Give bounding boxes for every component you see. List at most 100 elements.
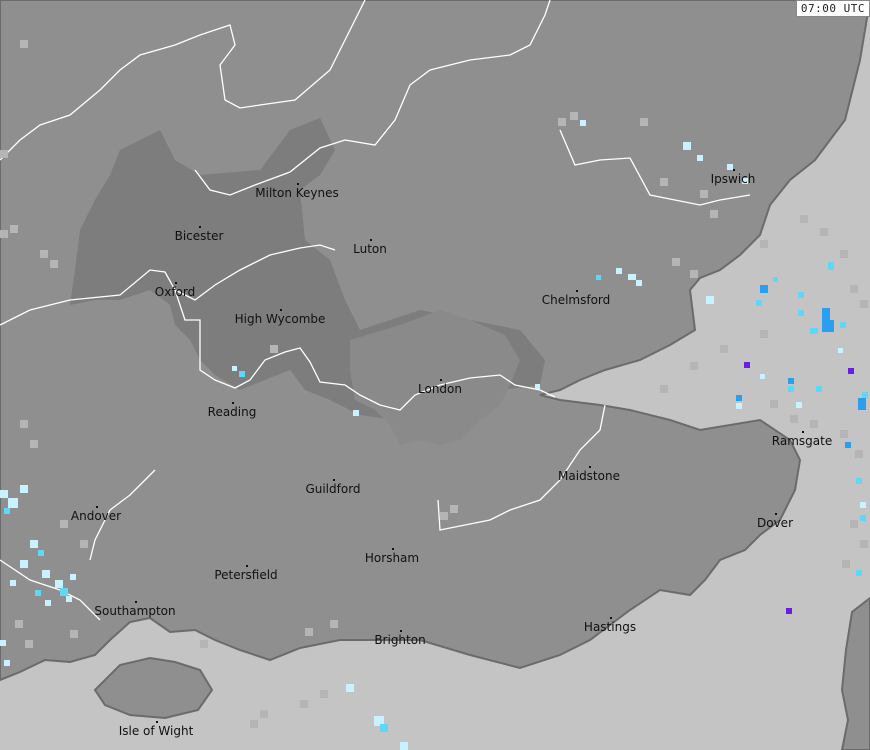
radar-echo (66, 596, 72, 602)
guildford-marker (333, 479, 335, 481)
radar-echo (239, 371, 245, 377)
ipswich-marker (733, 169, 735, 171)
radar-clutter (320, 690, 328, 698)
radar-echo (683, 142, 691, 150)
radar-clutter (570, 112, 578, 120)
radar-clutter (450, 505, 458, 513)
place-horsham: Horsham (364, 551, 420, 565)
radar-clutter (790, 415, 798, 423)
place-luton: Luton (353, 242, 387, 256)
place-maidstone: Maidstone (558, 469, 620, 483)
place-dover: Dover (757, 516, 793, 530)
radar-echo (628, 274, 636, 280)
radar-echo (8, 498, 18, 508)
radar-clutter (300, 700, 308, 708)
high-wycombe-marker (280, 309, 282, 311)
radar-clutter (800, 215, 808, 223)
radar-echo (862, 392, 868, 398)
radar-clutter (855, 450, 863, 458)
horsham-marker (392, 548, 394, 550)
milton-keynes-marker (297, 183, 299, 185)
radar-echo (400, 742, 408, 750)
ramsgate-marker (802, 431, 804, 433)
radar-clutter (60, 520, 68, 528)
radar-echo (636, 280, 642, 286)
radar-echo (810, 328, 818, 334)
radar-echo (42, 570, 50, 578)
radar-echo (596, 275, 601, 280)
radar-echo (380, 724, 388, 732)
radar-map[interactable]: 07:00 UTC Milton Keynes Ipswich Bicester… (0, 0, 870, 750)
radar-echo (744, 362, 750, 368)
radar-clutter (40, 250, 48, 258)
place-london: London (418, 382, 462, 396)
place-milton-keynes: Milton Keynes (255, 186, 339, 200)
radar-clutter (558, 118, 566, 126)
radar-echo (788, 386, 794, 392)
radar-clutter (850, 520, 858, 528)
isle-of-wight-marker (156, 721, 158, 723)
radar-echo (828, 262, 834, 270)
radar-echo (786, 608, 792, 614)
place-high-wycombe: High Wycombe (234, 312, 326, 326)
radar-echo (38, 550, 44, 556)
radar-echo (856, 478, 862, 484)
radar-echo (788, 378, 794, 384)
radar-clutter (640, 118, 648, 126)
radar-echo (30, 540, 38, 548)
radar-echo (816, 386, 822, 392)
radar-clutter (0, 230, 8, 238)
place-chelmsford: Chelmsford (541, 293, 611, 307)
place-oxford: Oxford (154, 285, 196, 299)
place-bicester: Bicester (174, 229, 224, 243)
radar-clutter (0, 150, 8, 158)
dover-marker (775, 513, 777, 515)
petersfield-marker (246, 565, 248, 567)
place-ramsgate: Ramsgate (771, 434, 833, 448)
radar-echo (848, 368, 854, 374)
radar-clutter (260, 710, 268, 718)
hastings-marker (610, 617, 612, 619)
radar-clutter (15, 620, 23, 628)
radar-echo (856, 570, 862, 576)
radar-clutter (760, 330, 768, 338)
radar-clutter (672, 258, 680, 266)
radar-clutter (660, 385, 668, 393)
radar-echo (736, 395, 742, 401)
radar-echo (697, 155, 703, 161)
luton-marker (370, 239, 372, 241)
chelmsford-marker (576, 290, 578, 292)
radar-echo (858, 398, 866, 410)
radar-clutter (850, 285, 858, 293)
andover-marker (96, 506, 98, 508)
place-reading: Reading (207, 405, 257, 419)
radar-echo (20, 560, 28, 568)
radar-clutter (30, 440, 38, 448)
radar-clutter (660, 178, 668, 186)
place-ipswich: Ipswich (710, 172, 756, 186)
radar-echo (20, 485, 28, 493)
radar-clutter (840, 430, 848, 438)
brighton-marker (400, 630, 402, 632)
radar-clutter (270, 345, 278, 353)
oxford-marker (175, 282, 177, 284)
radar-echo (535, 384, 540, 389)
radar-echo (353, 410, 359, 416)
radar-clutter (710, 210, 718, 218)
radar-clutter (760, 240, 768, 248)
radar-clutter (250, 720, 258, 728)
radar-echo (580, 120, 586, 126)
reading-marker (232, 402, 234, 404)
radar-clutter (25, 640, 33, 648)
radar-clutter (770, 400, 778, 408)
radar-clutter (20, 40, 28, 48)
radar-echo (10, 580, 16, 586)
radar-clutter (440, 512, 448, 520)
radar-echo (4, 660, 10, 666)
radar-echo (45, 600, 51, 606)
place-isle-of-wight: Isle of Wight (118, 724, 194, 738)
radar-clutter (10, 225, 18, 233)
place-petersfield: Petersfield (214, 568, 278, 582)
radar-echo (860, 515, 866, 521)
radar-echo (822, 320, 834, 332)
